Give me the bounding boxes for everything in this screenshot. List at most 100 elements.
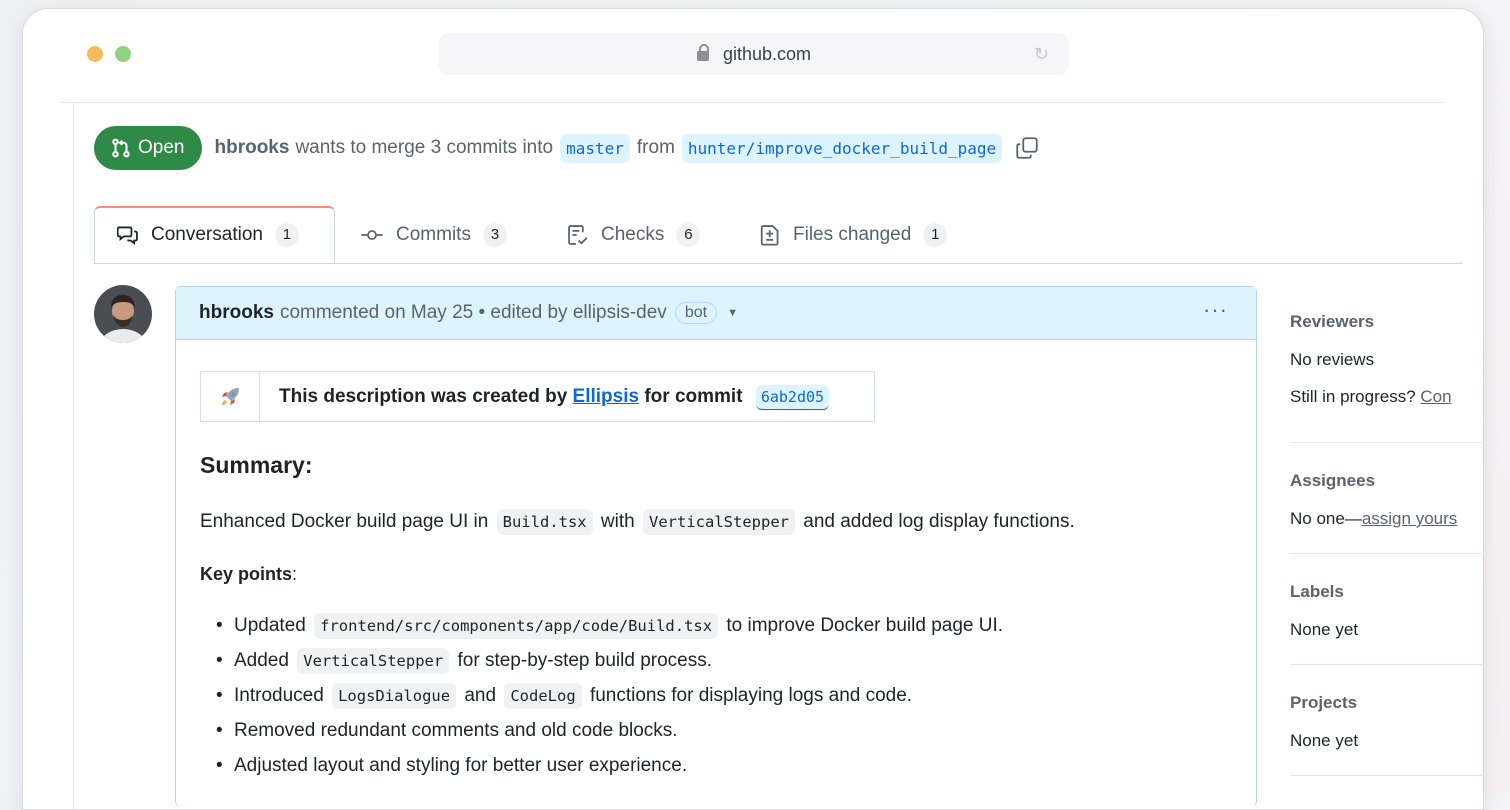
url-text: github.com — [722, 43, 812, 64]
tab-commits[interactable]: Commits 3 — [360, 206, 507, 263]
labels-status: None yet — [1290, 620, 1359, 639]
lock-icon — [696, 44, 709, 61]
commit-sha-link[interactable]: 6ab2d05 — [755, 384, 830, 410]
list-item: Adjusted layout and styling for better u… — [200, 748, 1003, 783]
bullet-text: Updated — [234, 615, 306, 636]
tab-count: 1 — [923, 222, 948, 247]
git-commit-icon — [361, 229, 383, 240]
pr-sidebar: Reviewers No reviews Still in progress? … — [1290, 307, 1482, 776]
tab-checks[interactable]: Checks 6 — [567, 206, 701, 263]
assignees-text: No one— — [1290, 509, 1362, 528]
kebab-menu-icon[interactable]: ··· — [1203, 297, 1228, 323]
list-item: Added VerticalStepper for step-by-step b… — [200, 643, 1003, 678]
tab-count: 6 — [676, 222, 701, 247]
reload-icon[interactable]: ↻ — [1034, 44, 1049, 65]
pr-from-text: from — [636, 137, 675, 158]
minimize-button[interactable] — [87, 46, 103, 62]
file-diff-icon — [760, 224, 779, 246]
assign-yourself-link[interactable]: assign yours — [1362, 509, 1457, 528]
bullet-text: Adjusted layout and styling for better u… — [234, 755, 688, 776]
tab-files-changed[interactable]: Files changed 1 — [759, 206, 948, 263]
inline-code: CodeLog — [504, 683, 582, 709]
bullet-text: functions for displaying logs and code. — [589, 685, 913, 706]
inline-code: frontend/src/components/app/code/Build.t… — [314, 613, 719, 639]
pr-state-badge: Open — [94, 126, 203, 170]
chrome-divider — [61, 102, 1445, 103]
pr-merge-text: wants to merge 3 commits into — [295, 137, 554, 158]
comment-box: hbrooks commented on May 25 • edited by … — [175, 286, 1257, 807]
key-points-heading: Key points: — [200, 564, 297, 585]
pr-state-label: Open — [138, 137, 185, 158]
sidebar-reviewers: Reviewers No reviews Still in progress? … — [1290, 307, 1482, 443]
inline-code: Build.tsx — [496, 509, 593, 535]
inline-code: VerticalStepper — [643, 509, 795, 535]
sidebar-title[interactable]: Projects — [1290, 665, 1482, 713]
summary-paragraph: Enhanced Docker build page UI in Build.t… — [200, 509, 1075, 535]
git-pull-request-icon — [112, 138, 130, 158]
sidebar-title[interactable]: Assignees — [1290, 443, 1482, 491]
ellipsis-link[interactable]: Ellipsis — [573, 386, 640, 407]
bullet-text: to improve Docker build page UI. — [726, 615, 1004, 636]
reviewers-status: No reviews — [1290, 350, 1375, 369]
content-left-border — [73, 103, 74, 809]
summary-text: with — [600, 511, 635, 532]
description-banner: This description was created by Ellipsis… — [200, 371, 875, 422]
tab-label: Conversation — [151, 224, 263, 245]
progress-text: Still in progress? — [1290, 387, 1416, 406]
tab-conversation[interactable]: Conversation 1 — [94, 206, 335, 263]
comment-meta: commented on May 25 • edited by ellipsis… — [279, 302, 667, 323]
sidebar-projects: Projects None yet — [1290, 665, 1482, 776]
description-middle: for commit — [644, 385, 743, 407]
comment-discussion-icon — [117, 226, 138, 246]
projects-status: None yet — [1290, 731, 1359, 750]
bot-badge: bot — [674, 302, 718, 324]
comment-header: hbrooks commented on May 25 • edited by … — [176, 287, 1256, 340]
inline-code: LogsDialogue — [332, 683, 457, 709]
chevron-down-icon[interactable]: ▼ — [727, 307, 738, 319]
tab-count: 3 — [482, 222, 507, 247]
comment-author-link[interactable]: hbrooks — [199, 302, 274, 324]
sidebar-labels: Labels None yet — [1290, 554, 1482, 665]
list-item: Updated frontend/src/components/app/code… — [200, 608, 1003, 643]
tab-label: Checks — [601, 223, 665, 245]
list-item: Removed redundant comments and old code … — [200, 713, 1003, 748]
maximize-button[interactable] — [115, 46, 131, 62]
copy-icon[interactable] — [1015, 136, 1039, 160]
sidebar-assignees: Assignees No one—assign yours — [1290, 443, 1482, 554]
key-points-label: Key points — [200, 564, 293, 584]
tab-label: Commits — [396, 223, 471, 245]
summary-text: Enhanced Docker build page UI in — [200, 511, 489, 532]
description-text: This description was created by Ellipsis… — [260, 384, 830, 410]
key-points-list: Updated frontend/src/components/app/code… — [200, 608, 1003, 783]
key-points-colon: : — [292, 564, 298, 584]
tab-count: 1 — [274, 223, 299, 247]
sidebar-title[interactable]: Labels — [1290, 554, 1482, 602]
bullet-text: Removed redundant comments and old code … — [234, 720, 678, 741]
bullet-text: Introduced — [234, 685, 324, 706]
pr-header: Open hbrooks wants to merge 3 commits in… — [94, 125, 1039, 171]
address-bar[interactable]: github.com ↻ — [439, 33, 1069, 75]
bullet-text: Added — [234, 650, 289, 671]
summary-heading: Summary: — [200, 452, 313, 478]
base-branch[interactable]: master — [560, 133, 630, 163]
checklist-icon — [568, 224, 588, 245]
summary-text: and added log display functions. — [803, 511, 1075, 532]
avatar[interactable] — [94, 285, 152, 343]
bullet-text: for step-by-step build process. — [457, 650, 713, 671]
pr-author-link[interactable]: hbrooks — [214, 137, 289, 159]
browser-window: github.com ↻ Open hbrooks wants to merge… — [22, 8, 1484, 810]
sidebar-title[interactable]: Reviewers — [1290, 307, 1482, 332]
list-item: Introduced LogsDialogue and CodeLog func… — [200, 678, 1003, 713]
convert-to-draft-link[interactable]: Con — [1420, 387, 1451, 406]
assignees-status: No one—assign yours — [1290, 509, 1482, 529]
reviewers-progress: Still in progress? Con — [1290, 387, 1482, 407]
description-prefix: This description was created by — [279, 385, 568, 407]
tab-label: Files changed — [793, 223, 912, 245]
pr-tabs: Conversation 1 Commits 3 Checks 6 Files … — [94, 206, 1463, 264]
head-branch[interactable]: hunter/improve_docker_build_page — [681, 133, 1003, 163]
rocket-icon — [201, 372, 260, 421]
bullet-text: and — [464, 685, 497, 706]
comment-body: Summary: Enhanced Docker build page UI i… — [200, 452, 1232, 783]
browser-chrome: github.com ↻ — [23, 9, 1483, 103]
inline-code: VerticalStepper — [297, 648, 450, 674]
